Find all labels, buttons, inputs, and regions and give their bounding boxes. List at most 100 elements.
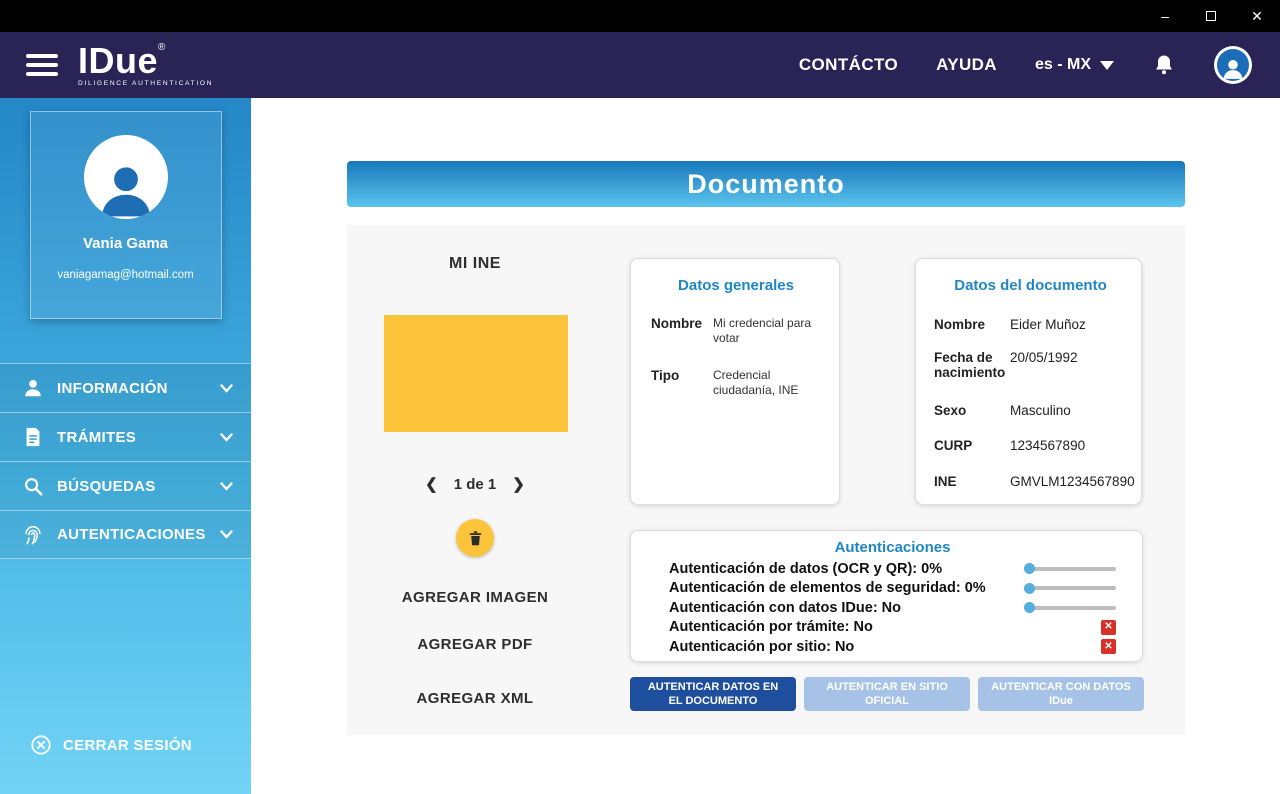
- slider-thumb[interactable]: [1024, 583, 1035, 594]
- fingerprint-icon: [22, 524, 44, 546]
- auth-idue-slider[interactable]: [1024, 602, 1116, 613]
- card-title: Datos generales: [651, 277, 821, 294]
- app-header: IDue® DILIGENCE AUTHENTICATION CONTÁCTO …: [0, 32, 1280, 98]
- kv-value: Masculino: [1010, 403, 1071, 418]
- nav-ayuda[interactable]: AYUDA: [936, 55, 997, 75]
- search-icon: [22, 475, 44, 497]
- auth-label: Autenticación de elementos de seguridad:…: [669, 580, 986, 596]
- document-icon: [22, 426, 44, 448]
- slider-track: [1024, 567, 1116, 571]
- auth-label: Autenticación con datos IDue: No: [669, 600, 901, 616]
- auth-label: Autenticación por trámite: No: [669, 619, 873, 635]
- autenticar-datos-idue-button[interactable]: AUTENTICAR CON DATOS IDue: [978, 677, 1144, 711]
- autenticar-sitio-oficial-button[interactable]: AUTENTICAR EN SITIO OFICIAL: [804, 677, 970, 711]
- page-banner: Documento: [347, 161, 1185, 207]
- prev-page-button[interactable]: ❮: [425, 475, 438, 493]
- add-image-button[interactable]: AGREGAR IMAGEN: [347, 589, 603, 606]
- delete-document-button[interactable]: [456, 519, 494, 557]
- sidebar-item-label: INFORMACIÓN: [57, 380, 220, 397]
- chevron-down-icon: [220, 384, 233, 393]
- datos-generales-card: Datos generales Nombre Mi credencial par…: [630, 258, 840, 505]
- user-avatar-icon: [1217, 49, 1249, 81]
- sidebar-item-label: BÚSQUEDAS: [57, 478, 220, 495]
- auth-row-idue: Autenticación con datos IDue: No: [669, 598, 1116, 618]
- kv-label: Tipo: [651, 368, 713, 383]
- kv-value: 1234567890: [1010, 438, 1085, 453]
- registered-mark: ®: [158, 42, 165, 53]
- kv-value: Credencial ciudadanía, INE: [713, 368, 821, 398]
- next-page-button[interactable]: ❯: [512, 475, 525, 493]
- kv-row: Sexo Masculino: [934, 403, 1127, 419]
- auth-label: Autenticación por sitio: No: [669, 639, 854, 655]
- kv-row: CURP 1234567890: [934, 438, 1127, 454]
- brand-name: IDue: [78, 40, 158, 81]
- hamburger-menu-icon[interactable]: [26, 54, 58, 76]
- main-content: Documento MI INE ❮ 1 de 1 ❯ AGREGAR IMAG…: [251, 98, 1280, 794]
- sidebar-item-tramites[interactable]: TRÁMITES: [0, 412, 251, 461]
- kv-label: CURP: [934, 438, 1010, 454]
- logout-button[interactable]: CERRAR SESIÓN: [30, 734, 192, 756]
- auth-row-seguridad: Autenticación de elementos de seguridad:…: [669, 579, 1116, 599]
- failed-x-icon: ✕: [1101, 620, 1116, 635]
- auth-ocr-slider[interactable]: [1024, 563, 1116, 574]
- card-title: Autenticaciones: [669, 539, 1116, 556]
- auth-row-tramite: Autenticación por trámite: No ✕: [669, 618, 1116, 638]
- add-pdf-button[interactable]: AGREGAR PDF: [347, 636, 603, 653]
- locale-selector[interactable]: es - MX: [1035, 56, 1114, 74]
- kv-label: INE: [934, 474, 1010, 490]
- user-avatar[interactable]: [1214, 46, 1252, 84]
- slider-track: [1024, 606, 1116, 610]
- window-titlebar: – ✕: [0, 0, 1280, 32]
- sidebar-item-label: AUTENTICACIONES: [57, 526, 220, 543]
- page-indicator: 1 de 1: [454, 476, 497, 493]
- trash-icon: [467, 530, 484, 547]
- kv-row: INE GMVLM1234567890: [934, 474, 1127, 490]
- notifications-bell-icon[interactable]: [1152, 53, 1176, 77]
- window-close-button[interactable]: ✕: [1234, 0, 1280, 32]
- document-name: MI INE: [347, 255, 603, 273]
- kv-value: GMVLM1234567890: [1010, 474, 1135, 489]
- brand-logo: IDue® DILIGENCE AUTHENTICATION: [78, 43, 213, 88]
- kv-label: Fecha de nacimiento: [934, 350, 1010, 381]
- add-xml-button[interactable]: AGREGAR XML: [347, 690, 603, 707]
- maximize-icon: [1206, 11, 1216, 21]
- kv-label: Nombre: [651, 316, 713, 331]
- auth-row-ocr-qr: Autenticación de datos (OCR y QR): 0%: [669, 559, 1116, 579]
- nav-contacto[interactable]: CONTÁCTO: [799, 55, 898, 75]
- kv-label: Nombre: [934, 317, 1010, 333]
- auth-seguridad-slider[interactable]: [1024, 583, 1116, 594]
- slider-thumb[interactable]: [1024, 563, 1035, 574]
- brand-tagline: DILIGENCE AUTHENTICATION: [78, 81, 213, 88]
- page-title: Documento: [687, 169, 845, 200]
- failed-x-icon: ✕: [1101, 639, 1116, 654]
- autenticar-datos-documento-button[interactable]: AUTENTICAR DATOS EN EL DOCUMENTO: [630, 677, 796, 711]
- close-circle-icon: [30, 734, 52, 756]
- window-maximize-button[interactable]: [1188, 0, 1234, 32]
- kv-label: Sexo: [934, 403, 1010, 419]
- kv-row: Tipo Credencial ciudadanía, INE: [651, 368, 821, 398]
- logout-label: CERRAR SESIÓN: [63, 737, 192, 754]
- kv-row: Nombre Mi credencial para votar: [651, 316, 821, 346]
- auth-row-sitio: Autenticación por sitio: No ✕: [669, 637, 1116, 657]
- document-panel: MI INE ❮ 1 de 1 ❯ AGREGAR IMAGEN AGREGAR…: [347, 225, 1185, 735]
- datos-documento-card: Datos del documento Nombre Eider Muñoz F…: [915, 258, 1142, 505]
- chevron-down-icon: [220, 530, 233, 539]
- card-title: Datos del documento: [934, 277, 1127, 294]
- chevron-down-icon: [220, 482, 233, 491]
- kv-row: Nombre Eider Muñoz: [934, 317, 1127, 333]
- sidebar-item-informacion[interactable]: INFORMACIÓN: [0, 363, 251, 412]
- kv-value: Mi credencial para votar: [713, 316, 821, 346]
- slider-thumb[interactable]: [1024, 602, 1035, 613]
- person-icon: [22, 377, 44, 399]
- sidebar-item-busquedas[interactable]: BÚSQUEDAS: [0, 461, 251, 510]
- document-image-preview[interactable]: [384, 315, 568, 432]
- profile-email: vaniagamag@hotmail.com: [31, 269, 221, 281]
- kv-row: Fecha de nacimiento 20/05/1992: [934, 350, 1127, 381]
- sidebar: Vania Gama vaniagamag@hotmail.com INFORM…: [0, 98, 251, 794]
- kv-value: Eider Muñoz: [1010, 317, 1086, 332]
- sidebar-item-autenticaciones[interactable]: AUTENTICACIONES: [0, 510, 251, 559]
- window-minimize-button[interactable]: –: [1142, 0, 1188, 32]
- auth-label: Autenticación de datos (OCR y QR): 0%: [669, 561, 942, 577]
- profile-avatar: [84, 135, 168, 219]
- autenticaciones-card: Autenticaciones Autenticación de datos (…: [630, 530, 1143, 662]
